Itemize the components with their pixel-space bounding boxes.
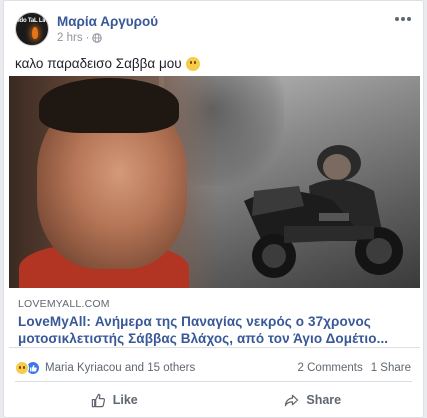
more-options-icon[interactable]	[395, 15, 411, 23]
engagement-counts: 2 Comments 1 Share	[298, 362, 411, 374]
post-card: Ido TaL LiK Μαρία Αργυρού 2 hrs · καλο π…	[3, 0, 424, 418]
divider	[15, 381, 412, 382]
comments-count[interactable]: 2 Comments	[298, 362, 363, 374]
sad-reaction-icon	[15, 361, 29, 375]
link-preview-image[interactable]	[9, 76, 420, 288]
share-arrow-icon	[285, 394, 299, 406]
post-meta: 2 hrs ·	[57, 32, 103, 44]
author-name[interactable]: Μαρία Αργυρού	[57, 14, 158, 29]
share-button[interactable]: Share	[214, 385, 413, 415]
avatar-logo-text: Ido TaL LiK	[18, 18, 48, 24]
link-title[interactable]: LoveMyAll: Ανήμερα της Παναγίας νεκρός ο…	[18, 313, 413, 347]
share-label: Share	[306, 393, 342, 407]
shares-count[interactable]: 1 Share	[371, 362, 411, 374]
candle-flame-icon	[32, 27, 38, 39]
post-text-content: καλο παραδεισο Σαββα μου	[15, 56, 182, 71]
reactions-summary[interactable]: Maria Kyriacou and 15 others	[15, 361, 195, 375]
thumbs-up-icon	[91, 393, 105, 407]
author-avatar[interactable]: Ido TaL LiK	[15, 12, 49, 46]
portrait-hair	[39, 78, 179, 133]
motorcycle-rider-photo	[244, 145, 403, 278]
post-text: καλο παραδεισο Σαββα μου	[15, 56, 200, 71]
link-preview[interactable]: LOVEMYALL.COM LoveMyAll: Ανήμερα της Παν…	[9, 288, 420, 348]
action-bar: Like Share	[15, 385, 412, 415]
post-time[interactable]: 2 hrs	[57, 32, 83, 44]
reaction-names[interactable]: Maria Kyriacou and 15 others	[45, 362, 195, 374]
like-button[interactable]: Like	[15, 385, 214, 415]
meta-separator: ·	[85, 32, 90, 44]
like-label: Like	[112, 393, 138, 407]
sad-emoji-icon	[185, 56, 200, 71]
globe-icon[interactable]	[92, 33, 103, 43]
link-domain: LOVEMYALL.COM	[18, 298, 110, 310]
